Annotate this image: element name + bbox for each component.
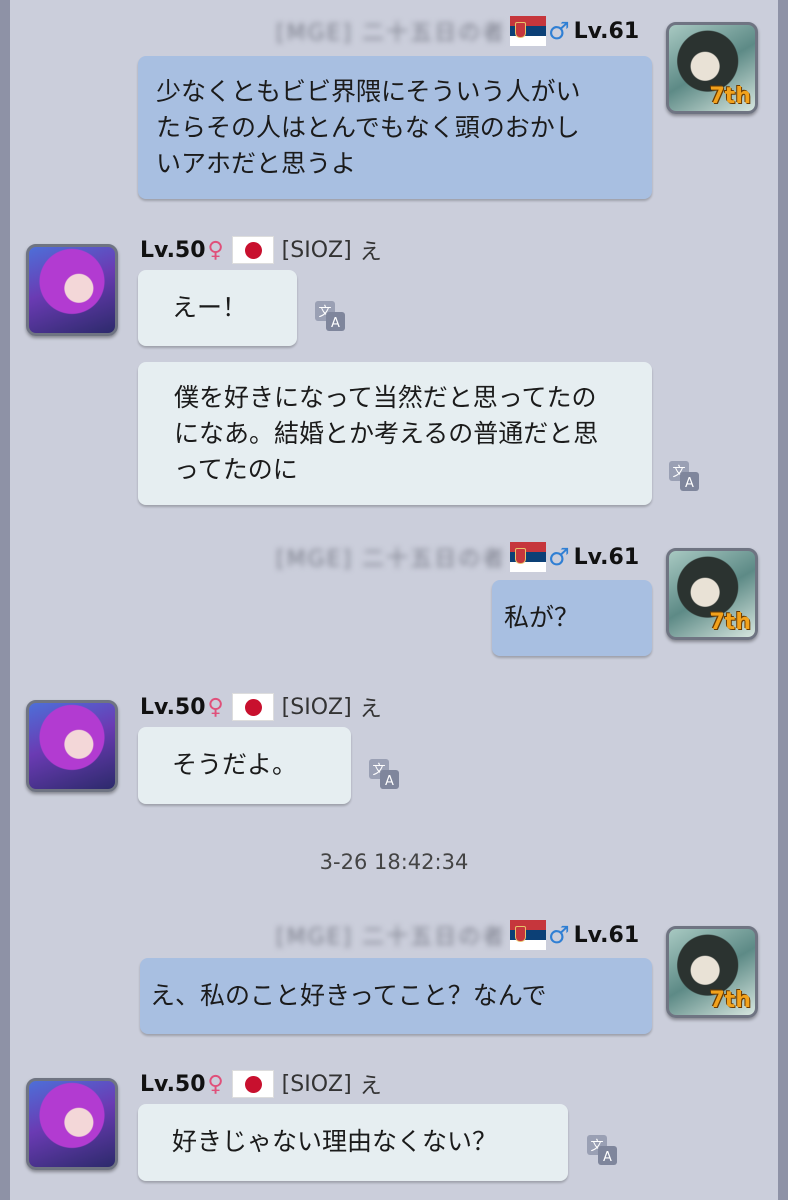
- sender-name-blurred: [MGE] 二十五日の者: [276, 547, 507, 572]
- flag-japan-icon: [231, 1070, 274, 1098]
- sender-name: え: [359, 1074, 382, 1099]
- sender-level: Lv.61: [573, 544, 640, 570]
- svg-text:A: A: [603, 1150, 612, 1165]
- avatar[interactable]: [26, 700, 118, 792]
- sender-header: Lv.50 ♀ [SIOZ] え: [140, 233, 382, 267]
- message-line: になあ。結婚とか考えるの普通だと思: [174, 419, 599, 448]
- message-bubble[interactable]: 好きじゃない理由なくない？: [138, 1104, 568, 1181]
- avatar[interactable]: [26, 244, 118, 336]
- message-timestamp: 3-26 18:42:34: [319, 850, 469, 874]
- sender-name: え: [359, 697, 382, 722]
- male-icon: ♂: [548, 921, 570, 949]
- sender-header: Lv.50 ♀ [SIOZ] え: [140, 1067, 382, 1101]
- female-icon: ♀: [207, 1071, 224, 1097]
- sender-name-blurred: [MGE] 二十五日の者: [276, 21, 507, 46]
- female-icon: ♀: [207, 237, 224, 263]
- anniversary-badge: 7th: [709, 610, 752, 635]
- translate-icon[interactable]: 文 A: [368, 758, 400, 790]
- message-line: 好きじゃない理由なくない？: [172, 1127, 498, 1156]
- translate-icon[interactable]: 文 A: [586, 1134, 618, 1166]
- message-line: えー！: [172, 293, 248, 322]
- guild-tag: [SIOZ]: [281, 237, 352, 263]
- sender-level: Lv.50: [140, 1071, 206, 1097]
- avatar[interactable]: [26, 1078, 118, 1170]
- right-frame: [778, 0, 788, 1200]
- message-line: ってたのに: [174, 455, 298, 484]
- sender-level: Lv.61: [573, 18, 640, 44]
- flag-serbia-icon: [510, 920, 547, 950]
- flag-japan-icon: [231, 236, 274, 264]
- sender-header: Lv.50 ♀ [SIOZ] え: [140, 690, 382, 724]
- female-icon: ♀: [207, 694, 224, 720]
- message-bubble[interactable]: 僕を好きになって当然だと思ってたの になあ。結婚とか考えるの普通だと思 ってたの…: [138, 362, 652, 505]
- sender-level: Lv.50: [140, 694, 206, 720]
- sender-name-blurred: [MGE] 二十五日の者: [276, 925, 507, 950]
- message-line: 少なくともビビ界隈にそういう人がい: [156, 77, 581, 106]
- avatar[interactable]: 7th: [666, 926, 758, 1018]
- svg-text:A: A: [331, 316, 340, 331]
- message-line: いアホだと思うよ: [156, 149, 357, 178]
- male-icon: ♂: [548, 543, 570, 571]
- message-line: 僕を好きになって当然だと思ってたの: [174, 383, 597, 412]
- avatar[interactable]: 7th: [666, 22, 758, 114]
- sender-name: え: [359, 240, 382, 265]
- message-line: たらその人はとんでもなく頭のおかし: [156, 113, 580, 142]
- male-icon: ♂: [548, 17, 570, 45]
- avatar[interactable]: 7th: [666, 548, 758, 640]
- svg-text:A: A: [385, 774, 394, 789]
- message-line: そうだよ。: [172, 750, 298, 779]
- sender-header: [MGE] 二十五日の者 ♂ Lv.61: [276, 540, 639, 574]
- message-bubble[interactable]: え、私のこと好きってこと？なんで: [140, 958, 652, 1034]
- translate-icon[interactable]: 文 A: [314, 300, 346, 332]
- flag-serbia-icon: [510, 542, 547, 572]
- left-frame: [0, 0, 10, 1200]
- sender-level: Lv.61: [573, 922, 640, 948]
- flag-serbia-icon: [510, 16, 547, 46]
- sender-header: [MGE] 二十五日の者 ♂ Lv.61: [276, 918, 639, 952]
- message-bubble[interactable]: 少なくともビビ界隈にそういう人がい たらその人はとんでもなく頭のおかし いアホだ…: [138, 56, 652, 199]
- sender-header: [MGE] 二十五日の者 ♂ Lv.61: [276, 14, 639, 48]
- translate-icon[interactable]: 文 A: [668, 460, 700, 492]
- flag-japan-icon: [231, 693, 274, 721]
- message-bubble[interactable]: えー！: [138, 270, 297, 346]
- message-bubble[interactable]: 私が？: [492, 580, 652, 656]
- anniversary-badge: 7th: [709, 84, 752, 109]
- message-line: 私が？: [504, 603, 580, 632]
- message-line: え、私のこと好きってこと？なんで: [150, 981, 547, 1010]
- sender-level: Lv.50: [140, 237, 206, 263]
- svg-text:A: A: [685, 476, 694, 491]
- anniversary-badge: 7th: [709, 988, 752, 1013]
- guild-tag: [SIOZ]: [281, 694, 352, 720]
- guild-tag: [SIOZ]: [281, 1071, 352, 1097]
- message-bubble[interactable]: そうだよ。: [138, 727, 351, 804]
